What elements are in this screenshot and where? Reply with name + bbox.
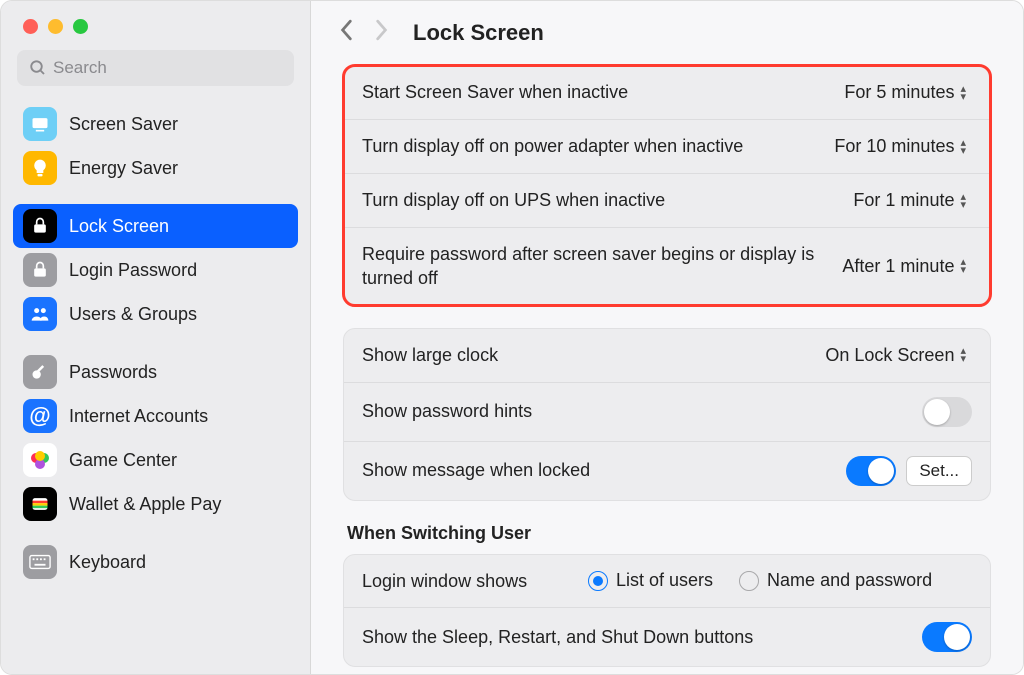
timing-dropdown[interactable]: After 1 minute ▴▾ (832, 254, 972, 279)
key-icon (23, 355, 57, 389)
sidebar-item-login-password[interactable]: Login Password (13, 248, 298, 292)
sidebar-item-passwords[interactable]: Passwords (13, 350, 298, 394)
timing-label: Turn display off on UPS when inactive (362, 188, 827, 212)
keyboard-icon (23, 545, 57, 579)
window-controls (1, 11, 310, 50)
large-clock-value: On Lock Screen (825, 345, 954, 366)
timing-label: Start Screen Saver when inactive (362, 80, 818, 104)
timing-label: Turn display off on power adapter when i… (362, 134, 808, 158)
sidebar-item-label: Screen Saver (69, 114, 178, 135)
sidebar-item-internet-accounts[interactable]: @ Internet Accounts (13, 394, 298, 438)
login-window-row: Login window shows List of users Name an… (344, 555, 990, 608)
forward-button[interactable] (373, 19, 389, 47)
search-icon (29, 59, 47, 82)
lock-icon (23, 209, 57, 243)
sidebar-item-game-center[interactable]: Game Center (13, 438, 298, 482)
login-window-label: Login window shows (362, 569, 572, 593)
radio-selected-icon (588, 571, 608, 591)
wallet-icon (23, 487, 57, 521)
sidebar-item-lock-screen[interactable]: Lock Screen (13, 204, 298, 248)
sidebar: Screen Saver Energy Saver Lock Screen Login… (1, 1, 311, 674)
chevron-updown-icon: ▴▾ (960, 347, 966, 363)
chevron-updown-icon: ▴▾ (960, 258, 966, 274)
password-hints-label: Show password hints (362, 399, 906, 423)
large-clock-dropdown[interactable]: On Lock Screen ▴▾ (815, 343, 972, 368)
sleep-buttons-toggle[interactable] (922, 622, 972, 652)
sleep-buttons-row: Show the Sleep, Restart, and Shut Down b… (344, 608, 990, 666)
timing-row: Require password after screen saver begi… (344, 228, 990, 305)
main-header: Lock Screen (311, 1, 1023, 55)
sidebar-item-label: Internet Accounts (69, 406, 208, 427)
chevron-updown-icon: ▴▾ (960, 193, 966, 209)
timing-section: Start Screen Saver when inactive For 5 mi… (343, 65, 991, 306)
search-input[interactable] (17, 50, 294, 86)
display-section: Show large clock On Lock Screen ▴▾ Show … (343, 328, 991, 501)
sidebar-item-label: Passwords (69, 362, 157, 383)
at-icon: @ (23, 399, 57, 433)
page-title: Lock Screen (413, 20, 544, 46)
lock-solid-icon (23, 253, 57, 287)
password-hints-toggle[interactable] (922, 397, 972, 427)
password-hints-row: Show password hints (344, 383, 990, 442)
close-window-button[interactable] (23, 19, 38, 34)
sidebar-item-wallet-apple-pay[interactable]: Wallet & Apple Pay (13, 482, 298, 526)
sidebar-item-label: Game Center (69, 450, 177, 471)
radio-unselected-icon (739, 571, 759, 591)
locked-message-label: Show message when locked (362, 458, 830, 482)
timing-value: For 10 minutes (834, 136, 954, 157)
back-button[interactable] (339, 19, 355, 47)
sidebar-nav: Screen Saver Energy Saver Lock Screen Login… (1, 102, 310, 598)
timing-value: For 5 minutes (844, 82, 954, 103)
bulb-icon (23, 151, 57, 185)
set-message-button[interactable]: Set... (906, 456, 972, 486)
timing-value: After 1 minute (842, 256, 954, 277)
sidebar-item-label: Users & Groups (69, 304, 197, 325)
timing-row: Turn display off on UPS when inactive For… (344, 174, 990, 228)
locked-message-toggle[interactable] (846, 456, 896, 486)
login-name-option[interactable]: Name and password (739, 570, 932, 591)
sleep-buttons-label: Show the Sleep, Restart, and Shut Down b… (362, 625, 906, 649)
timing-value: For 1 minute (853, 190, 954, 211)
chevron-updown-icon: ▴▾ (960, 85, 966, 101)
settings-window: Screen Saver Energy Saver Lock Screen Login… (0, 0, 1024, 675)
sidebar-item-label: Keyboard (69, 552, 146, 573)
login-list-option[interactable]: List of users (588, 570, 713, 591)
minimize-window-button[interactable] (48, 19, 63, 34)
sidebar-item-screen-saver[interactable]: Screen Saver (13, 102, 298, 146)
timing-dropdown[interactable]: For 10 minutes ▴▾ (824, 134, 972, 159)
switching-section: Login window shows List of users Name an… (343, 554, 991, 667)
fullscreen-window-button[interactable] (73, 19, 88, 34)
timing-dropdown[interactable]: For 1 minute ▴▾ (843, 188, 972, 213)
timing-label: Require password after screen saver begi… (362, 242, 816, 291)
timing-row: Start Screen Saver when inactive For 5 mi… (344, 66, 990, 120)
sidebar-item-label: Energy Saver (69, 158, 178, 179)
sidebar-item-keyboard[interactable]: Keyboard (13, 540, 298, 584)
chevron-updown-icon: ▴▾ (960, 139, 966, 155)
sidebar-item-label: Login Password (69, 260, 197, 281)
sidebar-item-users-groups[interactable]: Users & Groups (13, 292, 298, 336)
large-clock-row: Show large clock On Lock Screen ▴▾ (344, 329, 990, 383)
sidebar-item-label: Wallet & Apple Pay (69, 494, 221, 515)
sidebar-item-energy-saver[interactable]: Energy Saver (13, 146, 298, 190)
content-area: Start Screen Saver when inactive For 5 mi… (311, 55, 1023, 674)
locked-message-row: Show message when locked Set... (344, 442, 990, 500)
timing-dropdown[interactable]: For 5 minutes ▴▾ (834, 80, 972, 105)
screen-saver-icon (23, 107, 57, 141)
game-center-icon (23, 443, 57, 477)
switching-heading: When Switching User (343, 523, 991, 554)
users-icon (23, 297, 57, 331)
sidebar-item-label: Lock Screen (69, 216, 169, 237)
large-clock-label: Show large clock (362, 343, 799, 367)
timing-row: Turn display off on power adapter when i… (344, 120, 990, 174)
main-panel: Lock Screen Start Screen Saver when inac… (311, 1, 1023, 674)
